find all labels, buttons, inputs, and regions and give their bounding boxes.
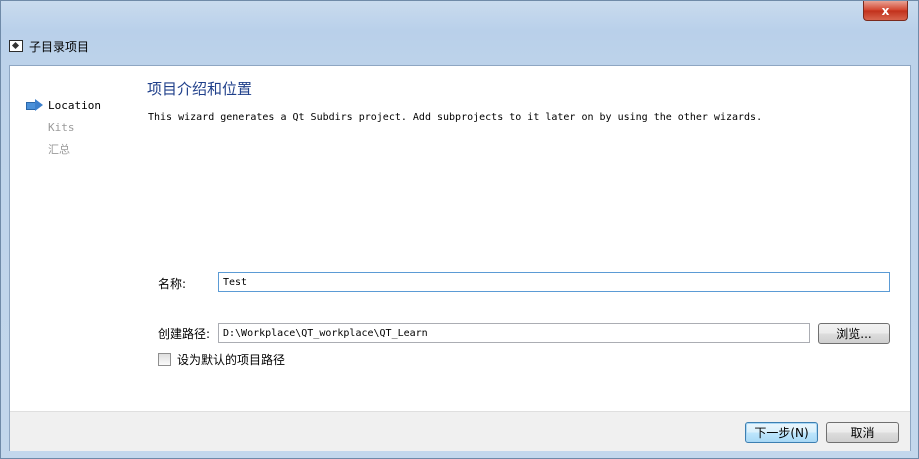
step-label: Location [48,98,101,112]
step-location: Location [26,94,126,116]
window-title: 子目录项目 [29,39,90,54]
browse-button[interactable]: 浏览... [818,323,890,344]
wizard-steps: Location Kits 汇总 [26,94,126,160]
app-window-icon [9,40,23,52]
wizard-client-area: Location Kits 汇总 项目介绍和位置 This wizard gen… [9,65,911,451]
step-label: 汇总 [48,143,70,156]
window-close-button[interactable]: x [863,1,908,21]
step-label: Kits [48,120,75,134]
page-description: This wizard generates a Qt Subdirs proje… [148,112,763,123]
wizard-window: x 子目录项目 Location Kits 汇总 项目介绍和位置 This wi… [0,0,919,459]
name-label: 名称: [158,277,187,291]
path-label: 创建路径: [158,327,211,341]
name-input[interactable]: Test [218,272,890,292]
path-input[interactable]: D:\Workplace\QT_workplace\QT_Learn [218,323,810,343]
default-path-checkbox[interactable] [158,353,171,366]
page-title: 项目介绍和位置 [147,80,253,98]
close-icon: x [881,3,890,18]
default-path-option[interactable]: 设为默认的项目路径 [158,351,285,368]
step-kits: Kits [26,116,126,138]
wizard-footer: 下一步(N) 取消 [10,411,910,451]
default-path-label: 设为默认的项目路径 [177,353,286,367]
current-step-arrow-icon [26,99,44,111]
step-summary: 汇总 [26,138,126,160]
title-bar: 子目录项目 [9,37,89,55]
next-button[interactable]: 下一步(N) [745,422,818,443]
cancel-button[interactable]: 取消 [826,422,899,443]
